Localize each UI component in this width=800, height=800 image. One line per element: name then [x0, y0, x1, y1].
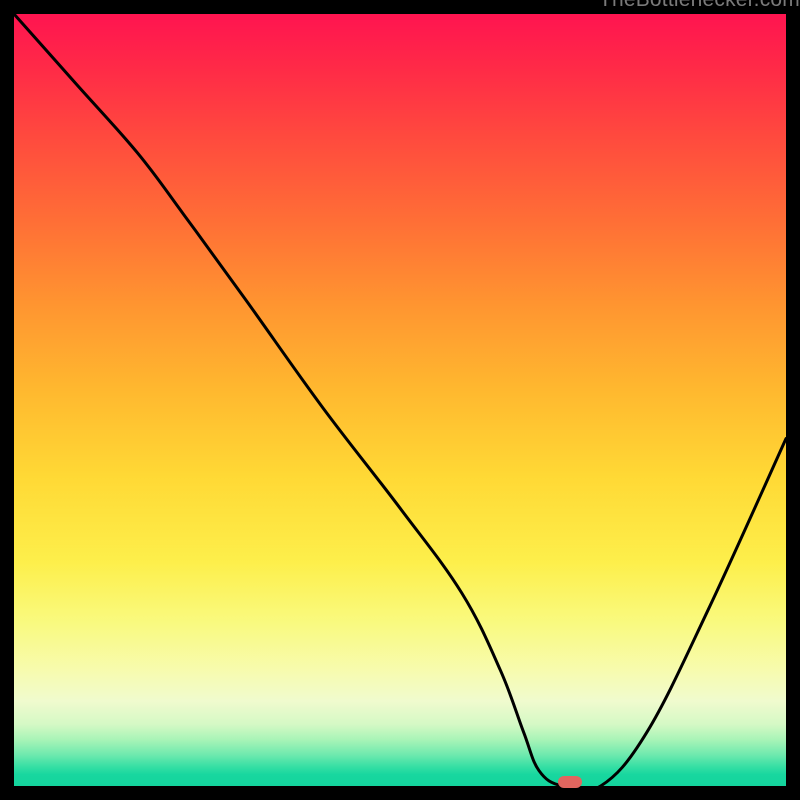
optimal-marker — [558, 776, 582, 788]
plot-area — [14, 14, 786, 786]
watermark-text: TheBottlenecker.com — [599, 0, 800, 12]
chart-frame: TheBottlenecker.com — [0, 0, 800, 800]
bottleneck-curve — [14, 14, 786, 786]
